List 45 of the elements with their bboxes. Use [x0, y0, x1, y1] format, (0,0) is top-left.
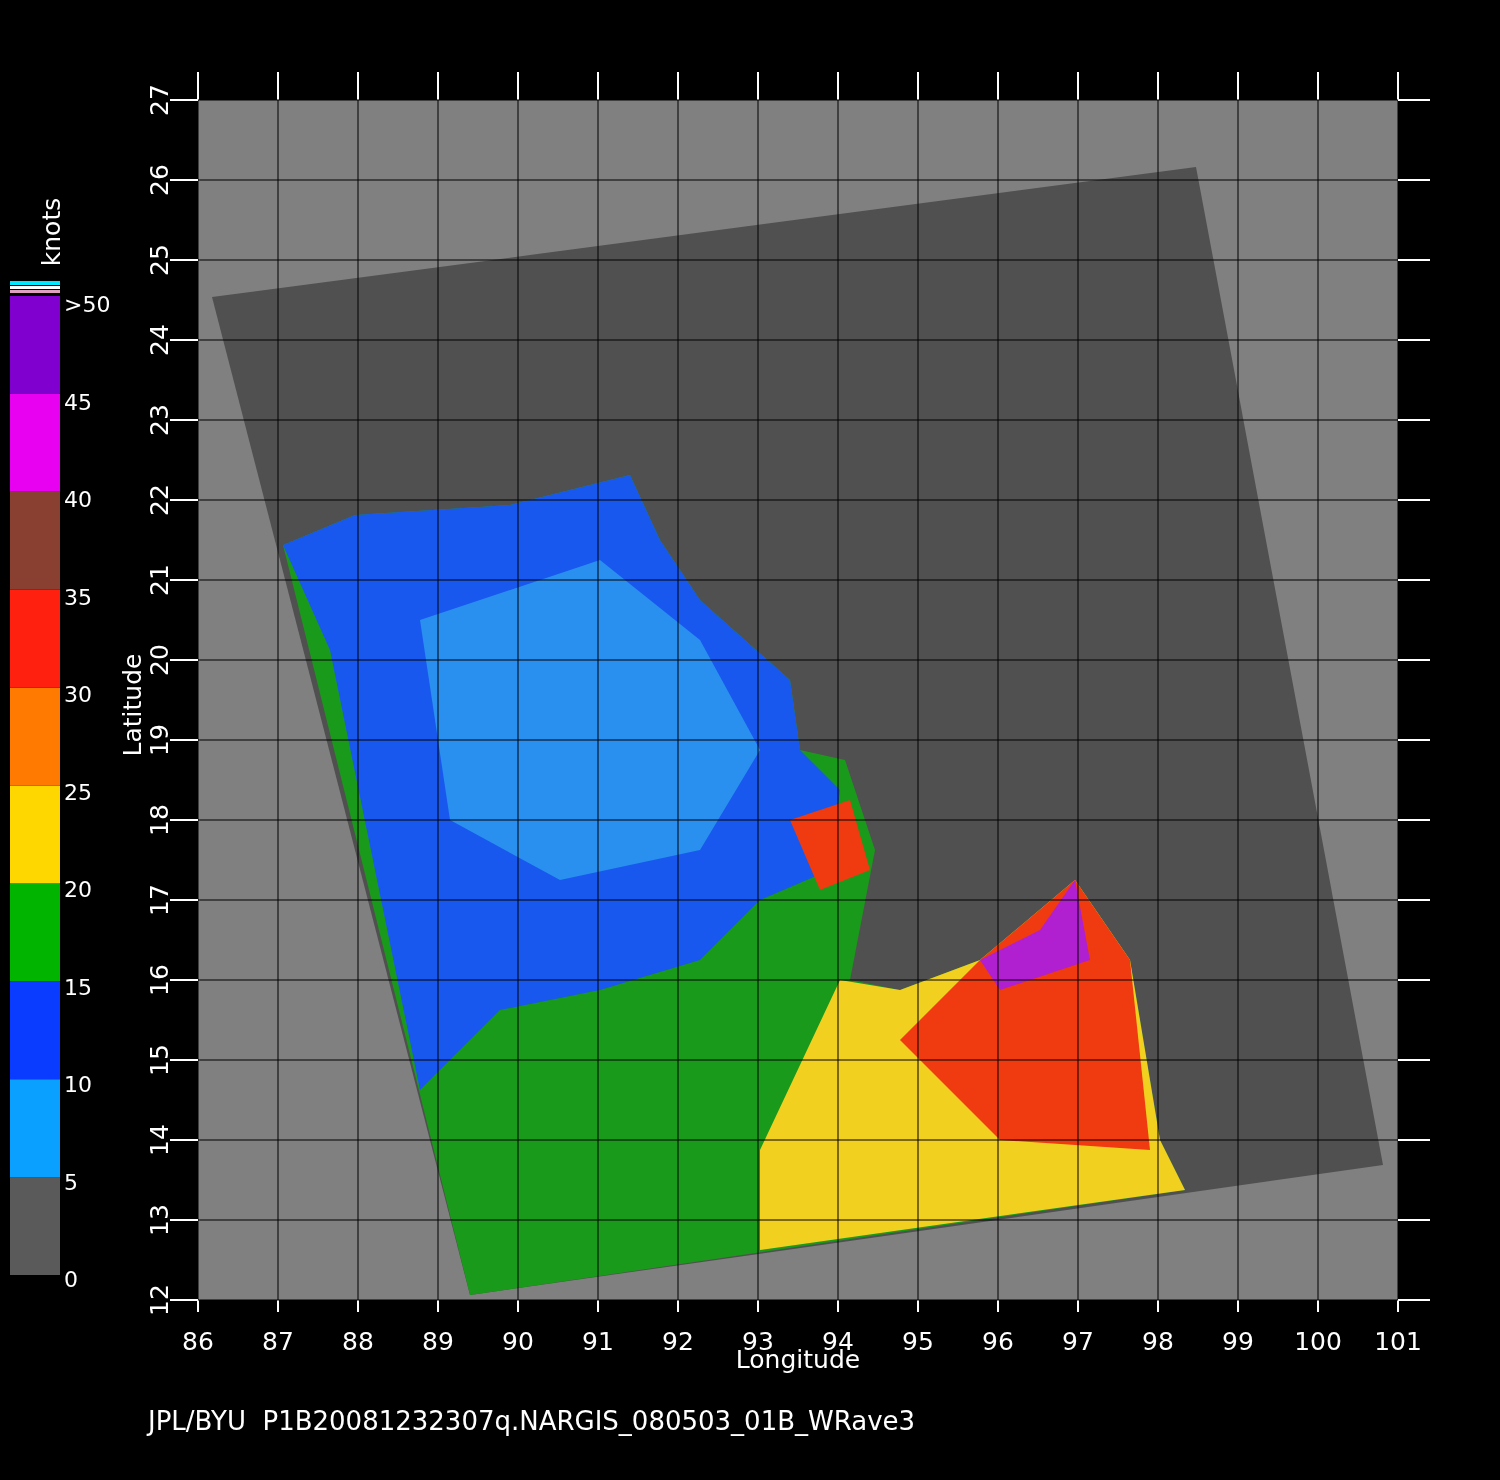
footer-caption: JPL/BYU P1B20081232307q.NARGIS_080503_01B_WRave3: [148, 1406, 916, 1436]
latitude-tick-label: 16: [145, 964, 174, 996]
colorbar-label: 25: [64, 779, 92, 805]
y-axis-title: Latitude: [118, 653, 147, 757]
latitude-tick-label: 25: [145, 244, 174, 276]
colorbar-label: 5: [64, 1169, 78, 1195]
longitude-tick-label: 90: [502, 1327, 534, 1356]
longitude-tick-label: 101: [1374, 1327, 1422, 1356]
colorbar-label: 15: [64, 974, 92, 1000]
latitude-tick-label: 27: [145, 84, 174, 116]
longitude-tick-label: 87: [262, 1327, 294, 1356]
colorbar-unit: knots: [37, 197, 66, 267]
latitude-tick-label: 14: [145, 1124, 174, 1156]
colorbar-overflow-stripes: [10, 281, 60, 293]
longitude-tick-label: 100: [1294, 1327, 1342, 1356]
latitude-tick-label: 22: [145, 484, 174, 516]
latitude-tick-label: 13: [145, 1204, 174, 1236]
colorbar-label: 40: [64, 487, 92, 512]
colorbar-label: 10: [64, 1072, 92, 1097]
colorbar-label: 20: [64, 877, 92, 902]
longitude-tick-label: 86: [182, 1327, 214, 1356]
longitude-tick-label: 98: [1142, 1327, 1174, 1356]
longitude-tick-label: 91: [582, 1327, 614, 1356]
latitude-tick-label: 26: [145, 164, 174, 196]
colorbar-label: 35: [64, 584, 92, 610]
longitude-tick-label: 96: [982, 1327, 1014, 1356]
latitude-tick-label: 23: [145, 404, 174, 436]
longitude-tick-label: 89: [422, 1327, 454, 1356]
longitude-tick-label: 92: [662, 1327, 694, 1356]
latitude-tick-label: 12: [145, 1284, 174, 1316]
latitude-tick-label: 15: [145, 1044, 174, 1076]
longitude-tick-label: 88: [342, 1327, 374, 1356]
latitude-tick-label: 21: [145, 564, 174, 596]
latitude-tick-label: 18: [145, 804, 174, 836]
colorbar-label: >50: [64, 292, 111, 317]
latitude-tick-label: 24: [145, 324, 174, 356]
colorbar-label: 30: [64, 682, 92, 707]
latitude-tick-label: 20: [145, 644, 174, 676]
colorbar-label: 0: [64, 1267, 78, 1292]
latitude-tick-label: 19: [145, 724, 174, 756]
longitude-tick-label: 99: [1222, 1327, 1254, 1356]
longitude-tick-label: 97: [1062, 1327, 1094, 1356]
longitude-tick-label: 95: [902, 1327, 934, 1356]
colorbar-label: 45: [64, 389, 92, 415]
latitude-tick-label: 17: [145, 884, 174, 916]
